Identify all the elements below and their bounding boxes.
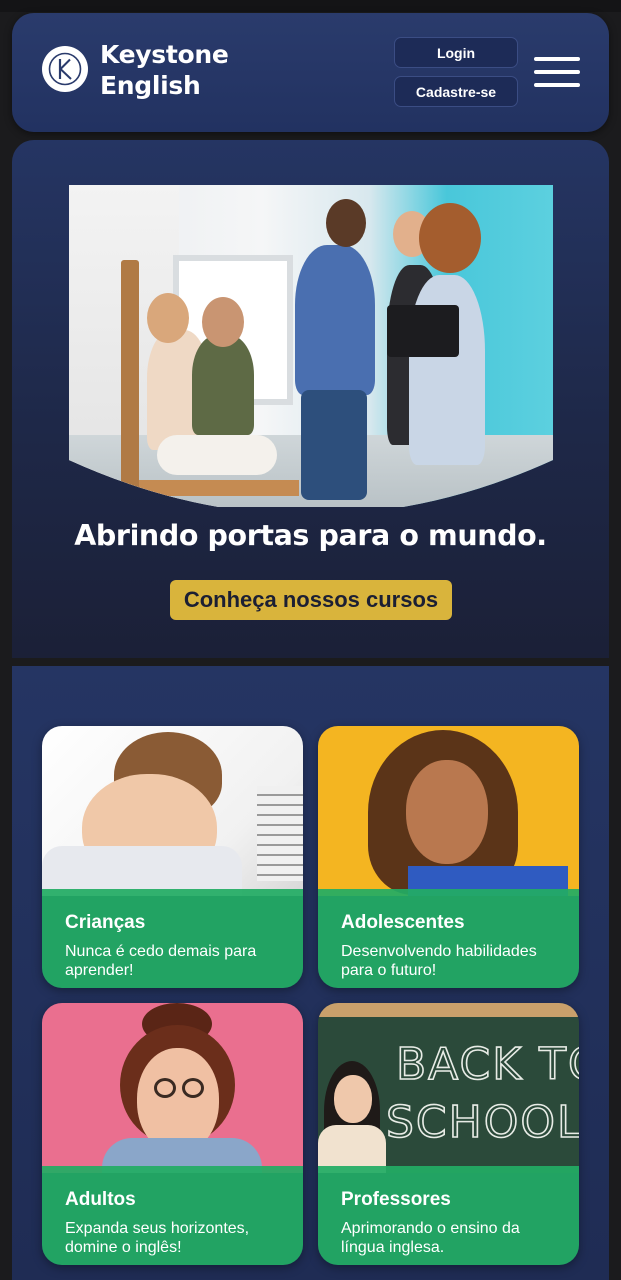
glasses-icon — [154, 1078, 176, 1098]
course-image-professores: BACK TO SCHOOL — [318, 1003, 579, 1173]
student-head — [326, 199, 366, 247]
course-title: Adolescentes — [341, 912, 465, 933]
svg-text:BACK TO: BACK TO — [396, 1039, 579, 1090]
course-card-criancas[interactable]: Crianças Nunca é cedo demais para aprend… — [42, 726, 303, 988]
hamburger-menu-icon[interactable] — [534, 57, 580, 89]
course-image-criancas — [42, 726, 303, 896]
photo-bench — [139, 480, 299, 496]
hero-students-photo — [69, 185, 553, 507]
teen-face — [406, 760, 488, 864]
student-figure — [192, 335, 254, 435]
course-card-adultos[interactable]: Adultos Expanda seus horizontes, domine … — [42, 1003, 303, 1265]
k-logo-icon[interactable] — [42, 46, 88, 92]
student-head — [202, 297, 244, 347]
brand-line-2: English — [100, 71, 201, 100]
student-head — [147, 293, 189, 343]
course-card-professores[interactable]: BACK TO SCHOOL Professores Aprimorando o… — [318, 1003, 579, 1265]
menu-bar-middle — [534, 70, 580, 74]
course-description: Aprimorando o ensino da língua inglesa. — [341, 1220, 520, 1256]
books-stack — [257, 786, 303, 881]
course-description: Desenvolvendo habilidades para o futuro! — [341, 943, 537, 979]
student-figure — [295, 245, 375, 395]
brand-line-1: Keystone — [100, 40, 229, 69]
photo-door — [121, 260, 139, 490]
menu-bar-bottom — [534, 83, 580, 87]
brand-name[interactable]: Keystone English — [100, 39, 229, 101]
student-head — [419, 203, 481, 273]
hero-section: Abrindo portas para o mundo. Conheça nos… — [12, 140, 609, 658]
hero-title: Abrindo portas para o mundo. — [74, 519, 547, 552]
course-description: Expanda seus horizontes, domine o inglês… — [65, 1220, 250, 1256]
courses-cta-button[interactable]: Conheça nossos cursos — [170, 580, 452, 620]
teacher-face — [334, 1075, 372, 1123]
chalkboard-text: BACK TO SCHOOL — [386, 1038, 579, 1147]
menu-bar-top — [534, 57, 580, 61]
course-title: Crianças — [65, 912, 146, 933]
course-image-adolescentes — [318, 726, 579, 896]
course-image-adultos — [42, 1003, 303, 1173]
courses-section: Crianças Nunca é cedo demais para aprend… — [12, 666, 609, 1280]
student-folder — [387, 305, 459, 357]
student-figure — [157, 435, 277, 475]
browser-top-bar — [0, 0, 621, 12]
student-figure — [301, 390, 367, 500]
login-button[interactable]: Login — [394, 37, 518, 68]
course-title: Professores — [341, 1189, 451, 1210]
site-header: Keystone English Login Cadastre-se — [12, 13, 609, 132]
signup-button[interactable]: Cadastre-se — [394, 76, 518, 107]
glasses-icon — [182, 1078, 204, 1098]
board-frame — [318, 1003, 579, 1017]
course-description: Nunca é cedo demais para aprender! — [65, 943, 257, 979]
student-figure — [409, 275, 485, 465]
svg-text:SCHOOL: SCHOOL — [386, 1097, 579, 1147]
course-title: Adultos — [65, 1189, 136, 1210]
course-card-adolescentes[interactable]: Adolescentes Desenvolvendo habilidades p… — [318, 726, 579, 988]
